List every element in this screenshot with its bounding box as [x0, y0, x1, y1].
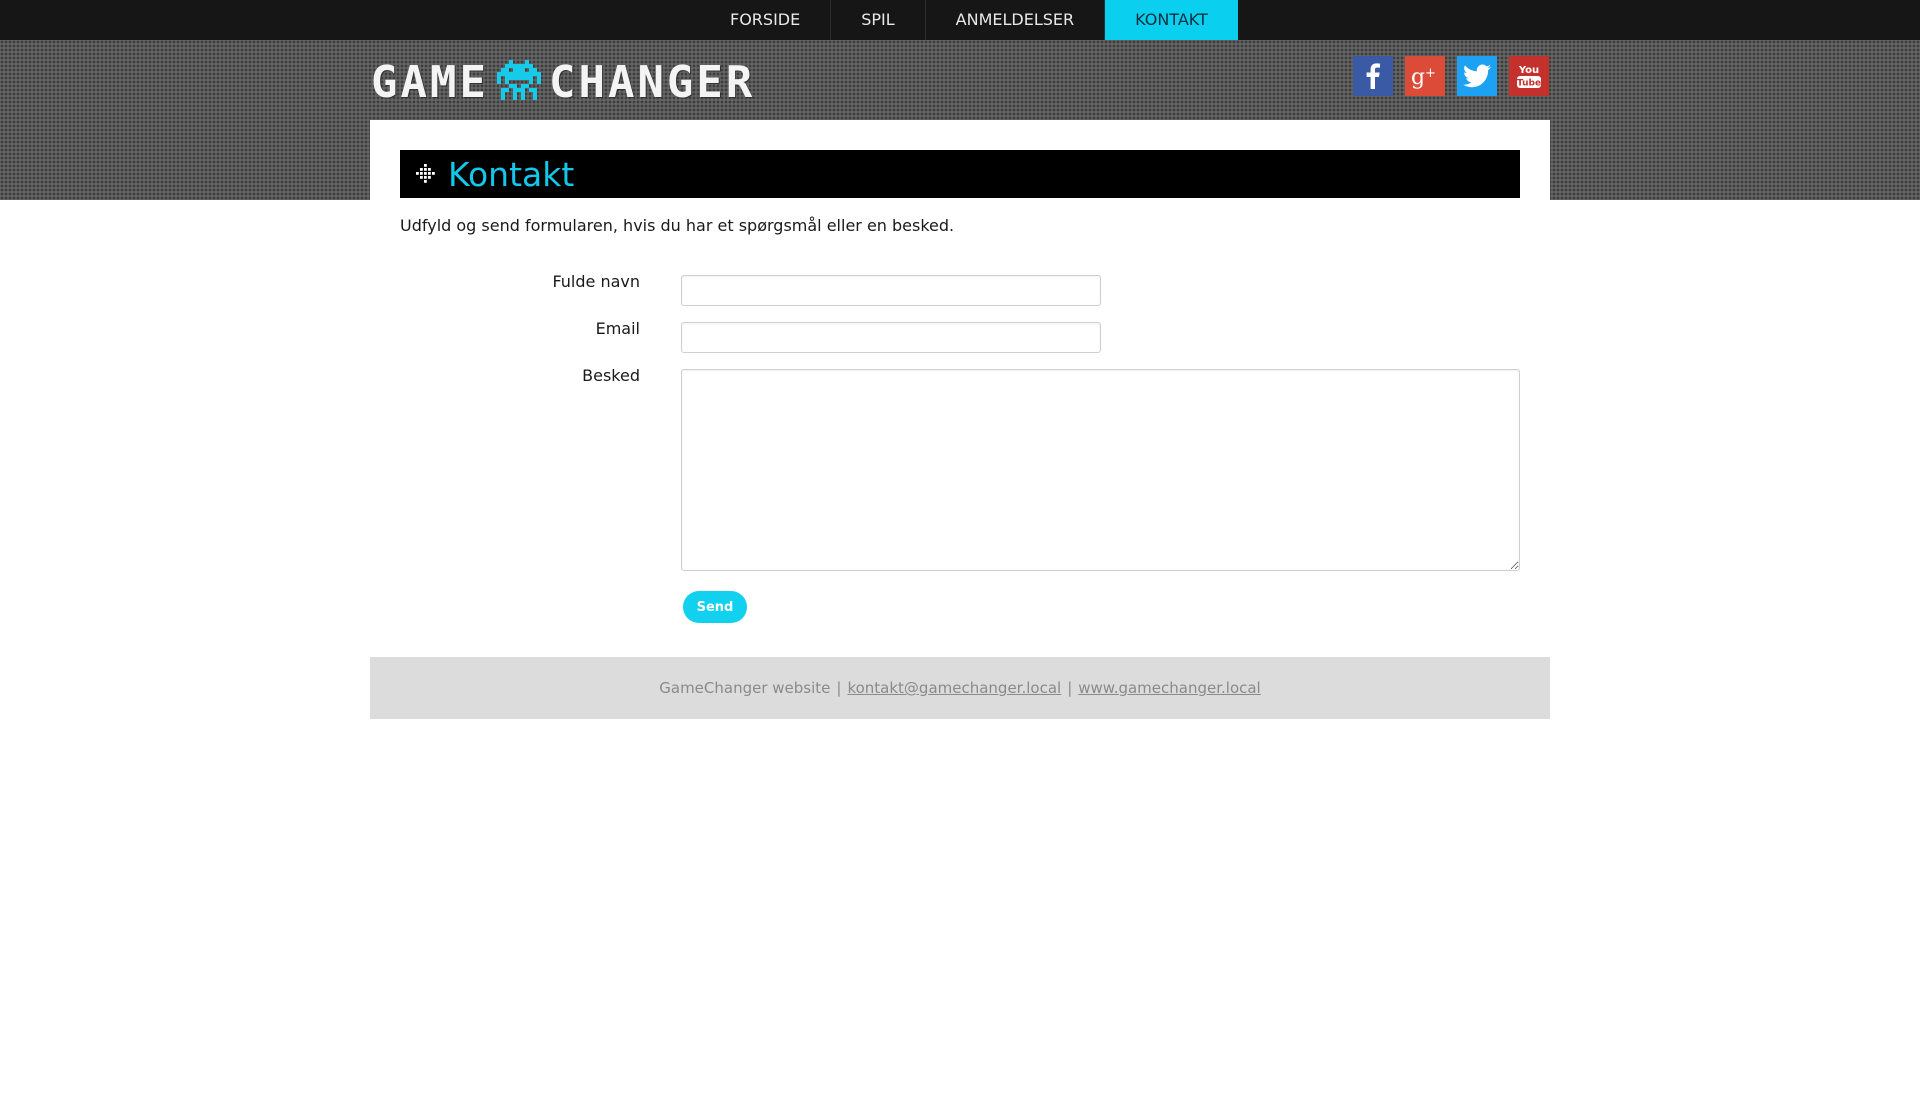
name-input[interactable]: [681, 275, 1101, 306]
site-logo[interactable]: GAME CHANGER: [371, 56, 755, 108]
email-input[interactable]: [681, 322, 1101, 353]
youtube-button[interactable]: You Tube: [1509, 56, 1549, 96]
svg-text:g: g: [1411, 65, 1425, 89]
message-label: Besked: [582, 366, 640, 385]
footer: GameChanger website | kontakt@gamechange…: [370, 657, 1550, 719]
footer-site-name: GameChanger website: [659, 679, 831, 697]
google-plus-button[interactable]: g +: [1405, 56, 1445, 96]
nav-item-spil[interactable]: SPIL: [831, 0, 926, 40]
content-card: Kontakt Udfyld og send formularen, hvis …: [370, 120, 1550, 720]
nav-menu: FORSIDE SPIL ANMELDELSER KONTAKT: [700, 0, 1238, 40]
send-button[interactable]: Send: [683, 591, 747, 623]
pixel-arrow-icon: [416, 164, 435, 183]
footer-website-link[interactable]: www.gamechanger.local: [1078, 679, 1260, 697]
svg-text:Tube: Tube: [1517, 79, 1541, 89]
svg-text:You: You: [1518, 65, 1539, 76]
youtube-icon: You Tube: [1517, 65, 1541, 89]
svg-text:+: +: [1425, 66, 1436, 81]
footer-separator: |: [836, 679, 842, 697]
intro-text: Udfyld og send formularen, hvis du har e…: [400, 216, 955, 235]
page-title-bar: Kontakt: [400, 150, 1520, 198]
footer-separator: |: [1067, 679, 1073, 697]
space-invader-icon: [496, 60, 541, 100]
email-label: Email: [595, 319, 640, 338]
logo-word-game: GAME: [371, 56, 489, 108]
name-label: Fulde navn: [552, 272, 640, 291]
facebook-button[interactable]: [1353, 56, 1393, 96]
message-textarea[interactable]: [681, 369, 1520, 571]
footer-email-link[interactable]: kontakt@gamechanger.local: [847, 679, 1061, 697]
nav-item-anmeldelser[interactable]: ANMELDELSER: [926, 0, 1106, 40]
twitter-button[interactable]: [1457, 56, 1497, 96]
twitter-icon: [1463, 64, 1491, 88]
facebook-icon: [1366, 63, 1380, 89]
top-navigation: FORSIDE SPIL ANMELDELSER KONTAKT: [0, 0, 1920, 40]
logo-word-changer: CHANGER: [548, 56, 756, 108]
google-plus-icon: g +: [1411, 65, 1436, 89]
nav-item-forside[interactable]: FORSIDE: [700, 0, 832, 40]
nav-item-kontakt[interactable]: KONTAKT: [1105, 0, 1238, 40]
page-title: Kontakt: [448, 154, 575, 194]
